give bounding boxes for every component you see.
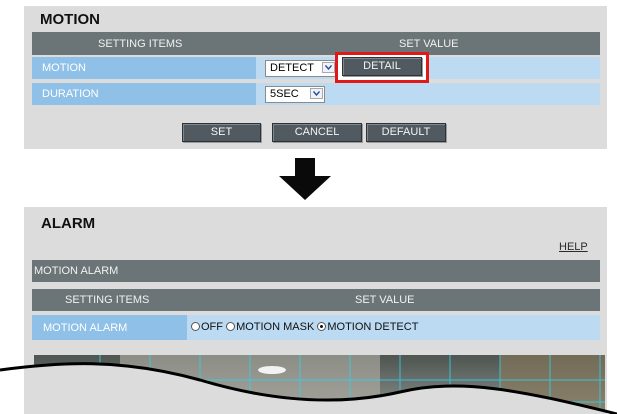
setting-items-header: SETTING ITEMS (98, 37, 183, 50)
motion-mode-select[interactable]: DETECT (265, 60, 337, 77)
camera-preview-image (0, 355, 617, 414)
detail-button[interactable]: DETAIL (342, 57, 422, 76)
radio-off-label: OFF (201, 321, 223, 333)
motion-panel: MOTION SETTING ITEMS SET VALUE MOTION DE… (24, 6, 607, 149)
duration-row: DURATION 5SEC (32, 83, 600, 105)
help-link[interactable]: HELP (559, 241, 588, 253)
motion-title: MOTION (40, 11, 100, 28)
radio-motion-detect[interactable]: MOTION DETECT (317, 321, 418, 333)
set-button[interactable]: SET (182, 123, 261, 142)
default-button[interactable]: DEFAULT (366, 123, 446, 142)
setting-items-header: SETTING ITEMS (65, 294, 150, 306)
motion-alarm-radio-group: OFF MOTION MASK MOTION DETECT (191, 321, 418, 333)
set-value-header: SET VALUE (355, 294, 415, 306)
radio-motion-detect-button[interactable] (317, 322, 327, 331)
radio-motion-mask-button[interactable] (226, 322, 236, 331)
motion-row: MOTION DETECT (32, 57, 600, 79)
duration-value: 5SEC (270, 88, 299, 100)
radio-off[interactable]: OFF (191, 321, 223, 333)
arrow-down-icon (279, 158, 331, 200)
motion-alarm-row: MOTION ALARM OFF MOTION MASK MOTION DETE… (32, 315, 600, 340)
chevron-down-icon (322, 62, 335, 73)
duration-select[interactable]: 5SEC (265, 86, 325, 103)
chevron-down-icon (310, 88, 323, 99)
radio-motion-detect-label: MOTION DETECT (327, 321, 419, 333)
alarm-table-header: SETTING ITEMS SET VALUE (32, 289, 600, 311)
radio-motion-mask-label: MOTION MASK (236, 321, 315, 333)
motion-table-header: SETTING ITEMS SET VALUE (32, 32, 600, 55)
motion-row-label: MOTION (42, 62, 86, 74)
cancel-button[interactable]: CANCEL (272, 123, 362, 142)
motion-alarm-section-title: MOTION ALARM (34, 265, 119, 277)
duration-row-label: DURATION (42, 88, 99, 100)
motion-mode-value: DETECT (270, 62, 314, 74)
set-value-header: SET VALUE (399, 37, 459, 50)
motion-alarm-section-bar: MOTION ALARM (32, 260, 600, 282)
motion-alarm-row-label: MOTION ALARM (43, 322, 128, 334)
radio-motion-mask[interactable]: MOTION MASK (226, 321, 314, 333)
radio-off-button[interactable] (191, 322, 200, 331)
alarm-title: ALARM (41, 215, 96, 232)
